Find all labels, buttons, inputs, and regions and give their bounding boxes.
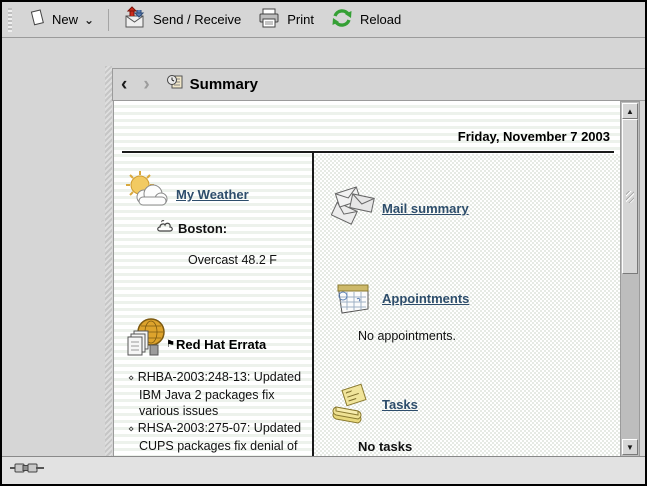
mail-summary-icon [330, 185, 376, 232]
send-receive-label: Send / Receive [153, 12, 241, 27]
print-label: Print [287, 12, 314, 27]
errata-list: ⋄ RHBA-2003:248-13: Updated IBM Java 2 p… [128, 369, 310, 457]
errata-title: Red Hat Errata [176, 337, 266, 352]
toolbar: New ⌄ Send / Receive [2, 2, 645, 38]
toolbar-separator [108, 9, 109, 31]
back-button[interactable]: ‹ [113, 75, 135, 95]
date-rule [122, 151, 614, 153]
weather-location: Boston: [178, 221, 227, 236]
errata-item[interactable]: ⋄ RHSA-2003:275-07: Updated CUPS package… [128, 420, 310, 457]
chevron-down-icon[interactable]: ⌄ [84, 15, 94, 25]
forward-button[interactable]: › [135, 75, 157, 95]
weather-condition-icon [156, 219, 174, 240]
main-area: ‹ › Summary Friday, November 7 2003 [112, 66, 645, 457]
send-receive-button[interactable]: Send / Receive [115, 2, 249, 37]
scroll-down-icon: ▼ [626, 443, 634, 452]
errata-title-row: ⚑Red Hat Errata [166, 337, 266, 352]
new-button-label: New [52, 12, 78, 27]
print-icon [257, 6, 281, 33]
reload-button[interactable]: Reload [322, 2, 409, 37]
pane-resize-handle[interactable] [105, 66, 112, 457]
weather-icon [124, 169, 168, 218]
tasks-link[interactable]: Tasks [382, 397, 418, 412]
folder-title: Summary [190, 76, 258, 93]
errata-icon [122, 317, 168, 368]
print-button[interactable]: Print [249, 2, 322, 37]
new-button[interactable]: New ⌄ [20, 5, 102, 34]
summary-view: Friday, November 7 2003 [113, 101, 620, 457]
send-receive-icon [123, 6, 147, 33]
status-bar [2, 456, 645, 484]
scroll-up-button[interactable]: ▲ [622, 103, 638, 119]
appointments-empty-text: No appointments. [358, 329, 456, 343]
scroll-up-icon: ▲ [626, 107, 634, 116]
reload-icon [330, 6, 354, 33]
scroll-down-button[interactable]: ▼ [622, 439, 638, 455]
folder-title-bar: ‹ › Summary [112, 68, 645, 101]
online-status-icon[interactable] [10, 461, 44, 480]
flag-icon: ⚑ [166, 339, 175, 350]
reload-label: Reload [360, 12, 401, 27]
summary-title-icon [166, 73, 184, 96]
tasks-empty-text: No tasks [358, 439, 412, 454]
new-document-icon [28, 9, 46, 30]
vertical-scrollbar[interactable]: ▲ ▼ [620, 101, 640, 457]
summary-date: Friday, November 7 2003 [458, 129, 610, 144]
tasks-summary-icon [328, 381, 374, 430]
scrollbar-thumb[interactable] [622, 119, 638, 274]
column-divider [312, 153, 314, 457]
evolution-window: File View Actions Tools Help New ⌄ [0, 0, 647, 486]
weather-condition: Overcast 48.2 F [188, 253, 277, 267]
appointments-link[interactable]: Appointments [382, 291, 469, 306]
toolbar-grip-handle[interactable] [8, 8, 12, 32]
mail-summary-link[interactable]: Mail summary [382, 201, 469, 216]
errata-item[interactable]: ⋄ RHBA-2003:248-13: Updated IBM Java 2 p… [128, 369, 310, 419]
diamond-bullet-icon: ⋄ [128, 373, 134, 384]
diamond-bullet-icon: ⋄ [128, 424, 134, 435]
scrollbar-grip [626, 191, 634, 203]
my-weather-link[interactable]: My Weather [176, 187, 249, 202]
appointments-icon [332, 275, 374, 322]
